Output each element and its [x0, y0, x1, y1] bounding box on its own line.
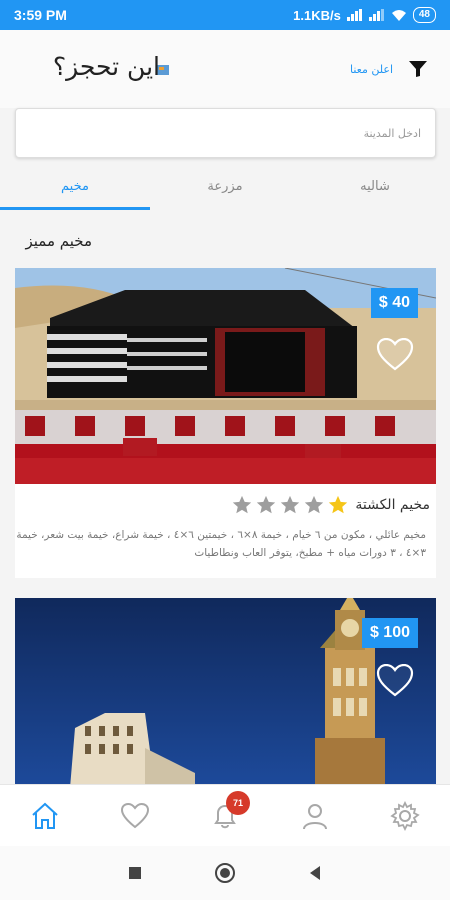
back-icon[interactable]: [308, 865, 322, 881]
status-indicators: 1.1KB/s 48: [293, 7, 436, 23]
nav-settings[interactable]: [360, 785, 450, 846]
favorite-icon[interactable]: [376, 338, 414, 372]
tab-farm[interactable]: مزرعة: [150, 168, 300, 212]
notification-badge: 71: [226, 791, 250, 815]
wifi-icon: [391, 9, 406, 21]
signal-icon-2: [368, 9, 385, 21]
status-time: 3:59 PM: [14, 7, 67, 23]
category-tabs: شاليه مزرعة مخيم: [0, 168, 450, 212]
star-empty-icon: [305, 495, 324, 514]
city-search-input[interactable]: [16, 109, 435, 157]
signal-icon: [346, 9, 363, 21]
bottom-navigation: 71: [0, 784, 450, 846]
listing-description: مخيم عائلي ، مكون من ٦ خيام ، خيمة ٨×٦ ،…: [16, 529, 426, 559]
tab-camp[interactable]: مخيم: [0, 168, 150, 212]
section-title: مخيم مميز: [25, 232, 92, 250]
home-button-icon[interactable]: [214, 862, 236, 884]
star-empty-icon: [281, 495, 300, 514]
city-search[interactable]: [15, 108, 436, 158]
tab-label: مزرعة: [207, 179, 243, 194]
status-bar: 3:59 PM 1.1KB/s 48: [0, 0, 450, 30]
app-header: اعلن معنا اين تحجز؟: [0, 30, 450, 108]
tab-label: مخيم: [61, 179, 89, 194]
tab-chalet[interactable]: شاليه: [300, 168, 450, 212]
favorite-icon[interactable]: [376, 664, 414, 698]
star-empty-icon: [233, 495, 252, 514]
star-empty-icon: [257, 495, 276, 514]
home-icon: [32, 802, 58, 829]
recents-icon[interactable]: [128, 866, 142, 880]
nav-profile[interactable]: [270, 785, 360, 846]
listing-card[interactable]: $ 100: [15, 598, 436, 788]
gear-icon: [390, 800, 420, 831]
filter-icon[interactable]: [408, 60, 428, 78]
listing-title-row: مخيم الكشتة: [231, 494, 430, 516]
price-badge: $ 100: [361, 618, 418, 648]
rating-stars: [231, 494, 349, 516]
price-badge: $ 40: [370, 288, 418, 318]
nav-home[interactable]: [0, 785, 90, 846]
nav-favorites[interactable]: [90, 785, 180, 846]
listing-card[interactable]: $ 40 مخيم الكشتة مخيم عائلي ، مكون من ٦ …: [15, 268, 436, 578]
tab-label: شاليه: [360, 179, 390, 194]
star-filled-icon: [329, 495, 348, 514]
network-speed: 1.1KB/s: [293, 7, 341, 23]
user-icon: [303, 803, 327, 829]
listing-title: مخيم الكشتة: [355, 497, 430, 513]
heart-icon: [120, 802, 150, 828]
page-title: اين تحجز؟: [52, 52, 160, 81]
battery-indicator: 48: [412, 7, 436, 23]
advertise-link[interactable]: اعلن معنا: [350, 63, 393, 76]
nav-notifications[interactable]: 71: [180, 785, 270, 846]
system-navigation: [0, 846, 450, 900]
